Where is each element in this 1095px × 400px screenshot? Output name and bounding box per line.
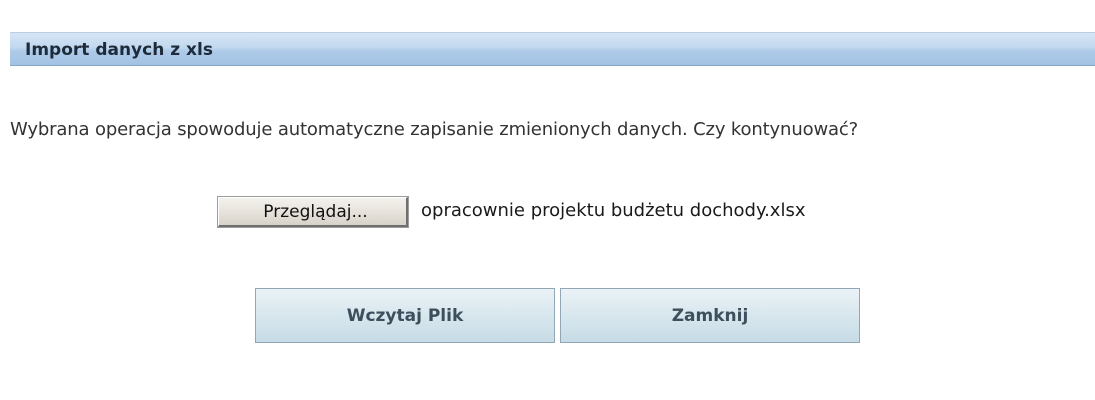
selected-file-name: opracownie projektu budżetu dochody.xlsx (421, 200, 806, 221)
dialog-title: Import danych z xls (25, 40, 213, 60)
confirmation-message: Wybrana operacja spowoduje automatyczne … (10, 119, 859, 140)
dialog-title-bar: Import danych z xls (10, 32, 1095, 66)
import-dialog: Import danych z xls Wybrana operacja spo… (10, 32, 1095, 400)
browse-button[interactable]: Przeglądaj... (218, 197, 408, 227)
load-file-button[interactable]: Wczytaj Plik (255, 288, 555, 343)
close-button[interactable]: Zamknij (560, 288, 860, 343)
